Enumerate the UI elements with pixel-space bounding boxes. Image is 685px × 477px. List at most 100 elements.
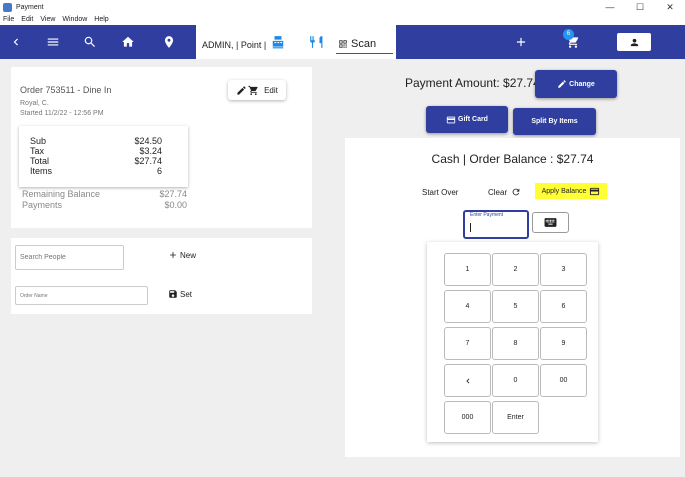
home-icon[interactable] [118, 25, 138, 59]
key-00[interactable]: 00 [540, 364, 587, 397]
keyboard-toggle-button[interactable] [532, 212, 569, 233]
new-person-button[interactable]: New [168, 250, 196, 260]
keyboard-icon [544, 218, 557, 227]
close-button[interactable]: ✕ [655, 0, 685, 14]
change-button[interactable]: Change [535, 70, 617, 98]
payment-card: Cash | Order Balance : $27.74 Start Over… [345, 138, 680, 457]
refresh-icon [512, 188, 520, 196]
window-title: Payment [16, 3, 44, 11]
totals-label: Total [30, 156, 50, 166]
clear-label: Clear [488, 187, 508, 197]
navbar-left [0, 25, 196, 59]
change-label: Change [569, 80, 595, 88]
enter-payment-input[interactable]: Enter Payment [463, 210, 529, 239]
menu-bar: File Edit View Window Help [0, 14, 685, 25]
menu-file[interactable]: File [3, 14, 14, 25]
menu-help[interactable]: Help [94, 14, 108, 25]
totals-value: $3.24 [139, 146, 162, 156]
new-label: New [180, 250, 197, 260]
key-2[interactable]: 2 [492, 253, 539, 286]
totals-value: $24.50 [134, 136, 162, 146]
menu-window[interactable]: Window [62, 14, 87, 25]
edit-label: Edit [264, 85, 278, 95]
totals-row-items: Items 6 [30, 166, 162, 176]
location-icon[interactable] [159, 25, 179, 59]
payments-value: $0.00 [164, 200, 187, 210]
set-order-name-button[interactable]: Set [168, 289, 192, 299]
apply-balance-label: Apply Balance [541, 187, 587, 195]
minimize-button[interactable]: — [595, 0, 625, 14]
scan-button[interactable]: Scan [336, 35, 393, 54]
menu-view[interactable]: View [40, 14, 55, 25]
totals-row-sub: Sub $24.50 [30, 136, 162, 146]
utensils-icon[interactable] [308, 25, 324, 59]
customer-name: Royal, C. [20, 100, 49, 107]
remaining-balance-label: Remaining Balance [22, 189, 101, 199]
pencil-icon [558, 80, 566, 88]
totals-value: $27.74 [134, 156, 162, 166]
key-4[interactable]: 4 [444, 290, 491, 323]
menu-edit[interactable]: Edit [21, 14, 33, 25]
totals-row-tax: Tax $3.24 [30, 146, 162, 156]
key-backspace[interactable] [444, 364, 491, 397]
back-icon[interactable] [6, 25, 26, 59]
window-controls: — ☐ ✕ [595, 0, 685, 14]
chevron-left-icon [465, 378, 469, 383]
order-balance-title: Cash | Order Balance : $27.74 [431, 152, 594, 166]
people-card: New Set [11, 238, 312, 314]
enter-payment-label: Enter Payment [470, 212, 504, 218]
profile-button[interactable] [617, 33, 651, 51]
remaining-balance-value: $27.74 [159, 189, 187, 199]
maximize-button[interactable]: ☐ [625, 0, 655, 14]
totals-label: Tax [30, 146, 45, 156]
scan-label: Scan [351, 38, 377, 50]
person-icon [630, 38, 638, 46]
key-enter[interactable]: Enter [492, 401, 539, 434]
plus-icon [170, 252, 176, 258]
key-3[interactable]: 3 [540, 253, 587, 286]
key-9[interactable]: 9 [540, 327, 587, 360]
key-8[interactable]: 8 [492, 327, 539, 360]
menu-icon[interactable] [43, 25, 63, 59]
credit-card-icon [590, 187, 600, 195]
key-6[interactable]: 6 [540, 290, 587, 323]
totals-row-total: Total $27.74 [30, 156, 162, 166]
cart-icon [248, 85, 258, 95]
gift-card-button[interactable]: Gift Card [426, 106, 508, 133]
pencil-icon [237, 85, 246, 95]
start-over-button[interactable]: Start Over [422, 188, 458, 197]
user-context-label: ADMIN, | Point | [202, 40, 267, 50]
key-1[interactable]: 1 [444, 253, 491, 286]
register-icon[interactable] [270, 25, 286, 59]
payments-row: Payments $0.00 [22, 200, 187, 210]
save-icon [169, 290, 177, 298]
key-7[interactable]: 7 [444, 327, 491, 360]
order-summary-card: Order 753511 - Dine In Royal, C. Started… [11, 67, 312, 228]
payment-amount: Payment Amount: $27.74 [405, 76, 540, 90]
edit-order-button[interactable]: Edit [228, 80, 286, 100]
split-by-items-button[interactable]: Split By Items [513, 108, 596, 135]
numeric-keypad: 1 2 3 4 5 6 7 8 9 0 00 000 Enter [427, 242, 598, 442]
title-bar: Payment — ☐ ✕ [0, 0, 685, 14]
search-icon[interactable] [80, 25, 100, 59]
set-label: Set [180, 289, 193, 299]
text-caret [470, 223, 471, 232]
totals-value: 6 [156, 166, 162, 176]
order-totals-box: Sub $24.50 Tax $3.24 Total $27.74 Items … [19, 126, 188, 187]
totals-label: Sub [30, 136, 47, 146]
search-people-input[interactable] [15, 245, 124, 270]
key-000[interactable]: 000 [444, 401, 491, 434]
cart-count-badge: 6 [563, 29, 574, 40]
payments-label: Payments [22, 200, 63, 210]
top-navbar: ADMIN, | Point | Scan 6 [0, 25, 685, 59]
order-name-input[interactable] [15, 286, 148, 305]
plus-icon[interactable] [511, 25, 531, 59]
qr-code-icon [339, 40, 347, 48]
split-label: Split By Items [531, 118, 578, 125]
clear-button[interactable]: Clear [488, 187, 521, 197]
apply-balance-button[interactable]: Apply Balance [535, 183, 607, 199]
remaining-balance-row: Remaining Balance $27.74 [22, 189, 187, 199]
key-0[interactable]: 0 [492, 364, 539, 397]
key-5[interactable]: 5 [492, 290, 539, 323]
order-started-time: Started 11/2/22 - 12:56 PM [20, 110, 104, 117]
